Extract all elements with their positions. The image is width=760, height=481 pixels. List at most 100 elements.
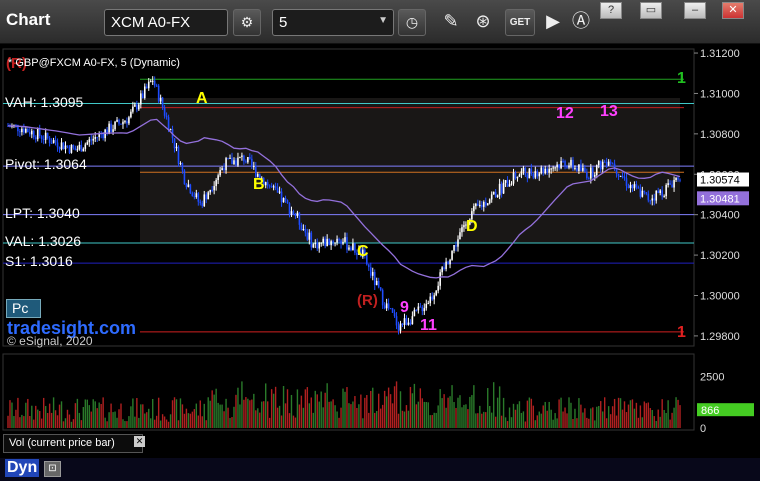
candle-body	[477, 203, 479, 206]
chart-annotation: 12	[556, 105, 574, 122]
minimize-button[interactable]: –	[684, 2, 706, 19]
candle-body	[665, 185, 667, 197]
clock-icon[interactable]: ◷	[398, 9, 426, 36]
lock-icon[interactable]: ⊡	[44, 461, 61, 477]
candle-body	[78, 144, 81, 150]
play-icon[interactable]: ▶	[539, 9, 567, 36]
candle-body	[479, 204, 481, 206]
candle-body	[500, 183, 503, 194]
candle-body	[290, 211, 293, 215]
chart-annotation: (R)	[357, 292, 378, 309]
candle-body	[591, 167, 594, 177]
candle-body	[431, 296, 434, 300]
candle-body	[546, 168, 548, 173]
candle-body	[225, 158, 227, 171]
settings-gear-icon[interactable]: ⚙	[233, 9, 261, 36]
candle-body	[554, 167, 556, 169]
candle-body	[619, 175, 622, 177]
price-chart[interactable]: 1.312001.310001.308001.306001.304001.302…	[0, 44, 760, 481]
y-tick-label: 1.29800	[700, 331, 740, 343]
candle-body	[316, 242, 319, 249]
chart-annotation: 9	[400, 299, 409, 316]
pc-button[interactable]: Pc	[6, 299, 41, 318]
candle-body	[441, 267, 443, 273]
candle-body	[165, 115, 168, 118]
candle-body	[312, 244, 315, 248]
candle-body	[373, 272, 376, 286]
app-title: Chart	[6, 10, 51, 29]
chart-annotation: D	[466, 218, 478, 235]
candle-body	[90, 139, 93, 141]
candle-body	[153, 80, 156, 86]
candle-body	[667, 183, 669, 186]
close-button[interactable]: ✕	[722, 2, 744, 19]
candle-body	[243, 155, 245, 162]
candle-body	[629, 184, 632, 189]
candle-body	[189, 184, 192, 194]
candle-body	[88, 139, 91, 143]
close-icon[interactable]: ✕	[134, 436, 145, 447]
candle-body	[413, 309, 416, 317]
candle-body	[395, 316, 398, 326]
candle-body	[580, 164, 582, 171]
candle-body	[574, 167, 576, 169]
candle-body	[302, 228, 305, 231]
candle-body	[120, 123, 122, 125]
alert-icon[interactable]: Ⓐ	[567, 9, 595, 36]
candle-body	[207, 192, 210, 200]
chart-annotation: B	[253, 176, 265, 193]
candle-body	[278, 191, 281, 193]
help-button[interactable]: ?	[600, 2, 622, 19]
candle-body	[663, 196, 665, 198]
y-tick-label: 1.30800	[700, 129, 740, 141]
candle-body	[617, 173, 620, 177]
candle-body	[570, 159, 572, 166]
candle-body	[544, 168, 547, 174]
candle-body	[439, 272, 441, 286]
candle-body	[96, 137, 99, 139]
candle-body	[482, 201, 485, 207]
candle-body	[94, 137, 97, 139]
y-tick-label: 1.31000	[700, 88, 740, 100]
candle-body	[508, 184, 511, 187]
candle-body	[163, 107, 166, 116]
candle-body	[550, 168, 552, 170]
study-icon[interactable]: ⊛	[469, 9, 497, 36]
get-data-button[interactable]: GET	[505, 9, 535, 36]
candle-body	[143, 86, 146, 99]
candle-body	[601, 161, 604, 170]
level-label: Pivot: 1.3064	[5, 156, 87, 173]
interval-select[interactable]: 5 ▼	[272, 9, 394, 36]
copyright-text: © eSignal, 2020	[7, 334, 93, 348]
candle-body	[130, 111, 132, 118]
candle-body	[310, 232, 313, 248]
candle-body	[342, 241, 344, 244]
candle-body	[504, 180, 507, 183]
candle-body	[306, 232, 309, 240]
candle-body	[399, 323, 402, 331]
candle-body	[588, 178, 590, 180]
candle-body	[282, 198, 285, 203]
restore-button[interactable]: ▭	[640, 2, 662, 19]
value-area-shade	[140, 98, 680, 243]
candle-body	[221, 168, 223, 171]
candle-body	[181, 163, 184, 171]
dyn-button[interactable]: Dyn	[5, 459, 40, 477]
candle-body	[625, 178, 628, 186]
candle-body	[520, 171, 523, 175]
current-price-value: 1.30574	[700, 175, 740, 187]
candle-body	[603, 161, 606, 163]
pencil-icon[interactable]: ✎	[437, 9, 465, 36]
candle-body	[54, 140, 57, 143]
candle-body	[552, 167, 554, 169]
candle-body	[173, 138, 176, 149]
candle-body	[74, 147, 77, 151]
candle-body	[425, 303, 428, 309]
candle-body	[429, 296, 432, 304]
candle-body	[84, 144, 87, 149]
symbol-input[interactable]: XCM A0-FX	[104, 9, 228, 36]
candle-body	[239, 156, 241, 158]
candle-body	[322, 238, 324, 243]
candle-body	[147, 81, 150, 89]
volume-study-label[interactable]: Vol (current price bar)	[3, 434, 143, 453]
